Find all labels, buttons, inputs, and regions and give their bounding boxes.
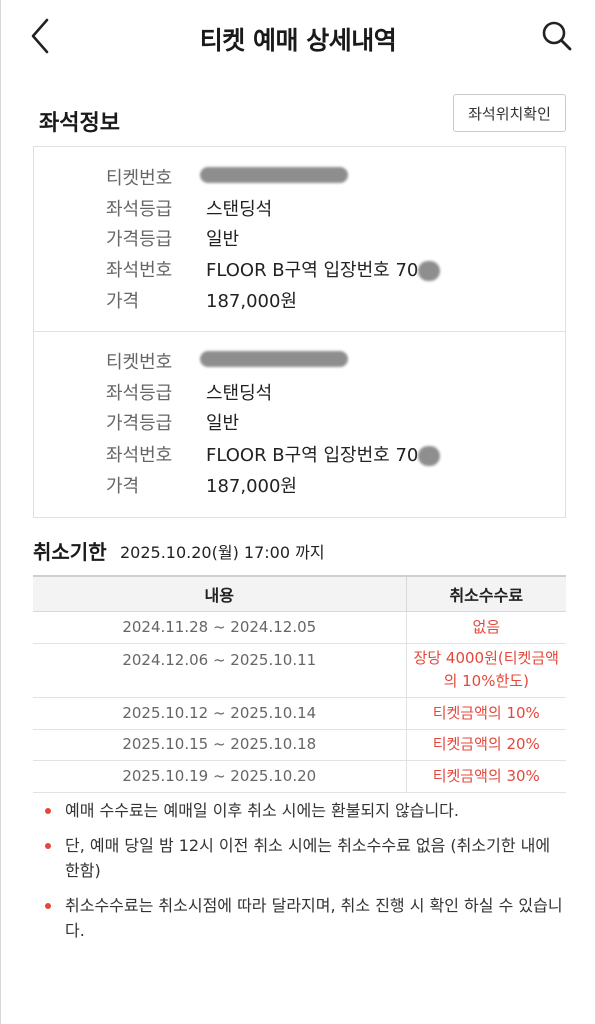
cancel-deadline-value: 2025.10.20(월) 17:00 까지 bbox=[120, 543, 325, 562]
ticket-number-label: 티켓번호 bbox=[106, 352, 173, 373]
bullet-icon bbox=[45, 843, 51, 849]
notice-item: 예매 수수료는 예매일 이후 취소 시에는 환불되지 않습니다. bbox=[45, 798, 565, 823]
table-row: 2025.10.19 ~ 2025.10.20 티켓금액의 30% bbox=[33, 760, 566, 793]
period-cell: 2025.10.15 ~ 2025.10.18 bbox=[33, 729, 406, 761]
bullet-icon bbox=[45, 808, 51, 814]
ticket-card: 티켓번호 좌석등급 스탠딩석 가격등급 일반 좌석번호 FLOOR B구역 입장… bbox=[34, 332, 565, 517]
period-cell: 2025.10.19 ~ 2025.10.20 bbox=[33, 760, 406, 793]
cancel-deadline-title: 취소기한 bbox=[33, 540, 107, 564]
seat-grade-value: 스탠딩석 bbox=[206, 383, 273, 404]
top-header: 티켓 예매 상세내역 bbox=[1, 0, 595, 76]
fee-line: 의 10%한도) bbox=[443, 672, 529, 690]
table-row: 2024.11.28 ~ 2024.12.05 없음 bbox=[33, 611, 566, 644]
ticket-list: 티켓번호 좌석등급 스탠딩석 가격등급 일반 좌석번호 FLOOR B구역 입장… bbox=[33, 146, 566, 518]
price-grade-row: 가격등급 일반 bbox=[34, 409, 565, 439]
notice-item: 취소수수료는 취소시점에 따라 달라지며, 취소 진행 시 확인 하실 수 있습… bbox=[45, 893, 565, 943]
seat-info-title: 좌석정보 bbox=[39, 111, 120, 136]
seat-number-value: FLOOR B구역 입장번호 70 bbox=[206, 256, 441, 282]
seat-grade-row: 좌석등급 스탠딩석 bbox=[34, 195, 565, 225]
fee-cell: 없음 bbox=[405, 611, 566, 644]
bullet-icon bbox=[45, 903, 51, 909]
redacted-mark bbox=[200, 351, 348, 367]
period-cell: 2024.11.28 ~ 2024.12.05 bbox=[33, 611, 406, 644]
seat-number-row: 좌석번호 FLOOR B구역 입장번호 70 bbox=[34, 256, 565, 286]
fee-line: 장당 4000원(티켓금액 bbox=[413, 649, 559, 667]
fee-cell: 티켓금액의 30% bbox=[405, 760, 566, 793]
ticket-number-row: 티켓번호 bbox=[34, 164, 565, 194]
seat-number-label: 좌석번호 bbox=[106, 260, 173, 281]
price-label: 가격 bbox=[106, 476, 140, 497]
price-value: 187,000원 bbox=[206, 291, 297, 312]
seat-grade-value: 스탠딩석 bbox=[206, 199, 273, 220]
ticket-card: 티켓번호 좌석등급 스탠딩석 가격등급 일반 좌석번호 FLOOR B구역 입장… bbox=[34, 147, 565, 332]
period-cell: 2025.10.12 ~ 2025.10.14 bbox=[33, 697, 406, 730]
table-row: 2024.12.06 ~ 2025.10.11 장당 4000원(티켓금액 의 … bbox=[33, 643, 566, 698]
search-icon bbox=[542, 21, 572, 51]
cancel-fee-table: 내용 취소수수료 2024.11.28 ~ 2024.12.05 없음 2024… bbox=[33, 575, 566, 793]
search-button[interactable] bbox=[541, 20, 573, 52]
seat-grade-row: 좌석등급 스탠딩석 bbox=[34, 379, 565, 409]
price-grade-value: 일반 bbox=[206, 229, 240, 250]
fee-cell: 티켓금액의 20% bbox=[405, 729, 566, 761]
redacted-mark bbox=[418, 446, 441, 466]
table-header-row: 내용 취소수수료 bbox=[33, 575, 566, 612]
price-row: 가격 187,000원 bbox=[34, 472, 565, 502]
notice-text: 단, 예매 당일 밤 12시 이전 취소 시에는 취소수수료 없음 (취소기한 … bbox=[65, 836, 551, 880]
seat-number-label: 좌석번호 bbox=[106, 445, 173, 466]
fee-cell: 티켓금액의 10% bbox=[405, 697, 566, 730]
price-row: 가격 187,000원 bbox=[34, 287, 565, 317]
ticket-number-label: 티켓번호 bbox=[106, 168, 173, 189]
fee-cell: 장당 4000원(티켓금액 의 10%한도) bbox=[405, 643, 566, 698]
column-header-fee: 취소수수료 bbox=[405, 575, 566, 612]
page-title: 티켓 예매 상세내역 bbox=[199, 26, 397, 55]
seat-grade-label: 좌석등급 bbox=[106, 199, 173, 220]
ticket-number-value bbox=[200, 164, 348, 185]
table-row: 2025.10.15 ~ 2025.10.18 티켓금액의 20% bbox=[33, 729, 566, 761]
price-grade-row: 가격등급 일반 bbox=[34, 225, 565, 255]
column-header-content: 내용 bbox=[33, 575, 406, 612]
table-row: 2025.10.12 ~ 2025.10.14 티켓금액의 10% bbox=[33, 697, 566, 730]
notice-text: 예매 수수료는 예매일 이후 취소 시에는 환불되지 않습니다. bbox=[65, 801, 459, 820]
price-grade-value: 일반 bbox=[206, 413, 240, 434]
notice-item: 단, 예매 당일 밤 12시 이전 취소 시에는 취소수수료 없음 (취소기한 … bbox=[45, 833, 565, 883]
ticket-number-value bbox=[200, 348, 348, 369]
period-cell: 2024.12.06 ~ 2025.10.11 bbox=[33, 643, 406, 698]
notice-text: 취소수수료는 취소시점에 따라 달라지며, 취소 진행 시 확인 하실 수 있습… bbox=[65, 896, 563, 940]
seat-number-value: FLOOR B구역 입장번호 70 bbox=[206, 441, 441, 467]
redacted-mark bbox=[200, 167, 348, 183]
seat-grade-label: 좌석등급 bbox=[106, 383, 173, 404]
price-grade-label: 가격등급 bbox=[106, 413, 173, 434]
price-grade-label: 가격등급 bbox=[106, 229, 173, 250]
seat-location-button[interactable]: 좌석위치확인 bbox=[453, 94, 566, 132]
price-label: 가격 bbox=[106, 291, 140, 312]
seat-number-row: 좌석번호 FLOOR B구역 입장번호 70 bbox=[34, 441, 565, 471]
price-value: 187,000원 bbox=[206, 476, 297, 497]
ticket-number-row: 티켓번호 bbox=[34, 348, 565, 378]
redacted-mark bbox=[418, 261, 441, 281]
notice-list: 예매 수수료는 예매일 이후 취소 시에는 환불되지 않습니다. 단, 예매 당… bbox=[45, 798, 565, 953]
